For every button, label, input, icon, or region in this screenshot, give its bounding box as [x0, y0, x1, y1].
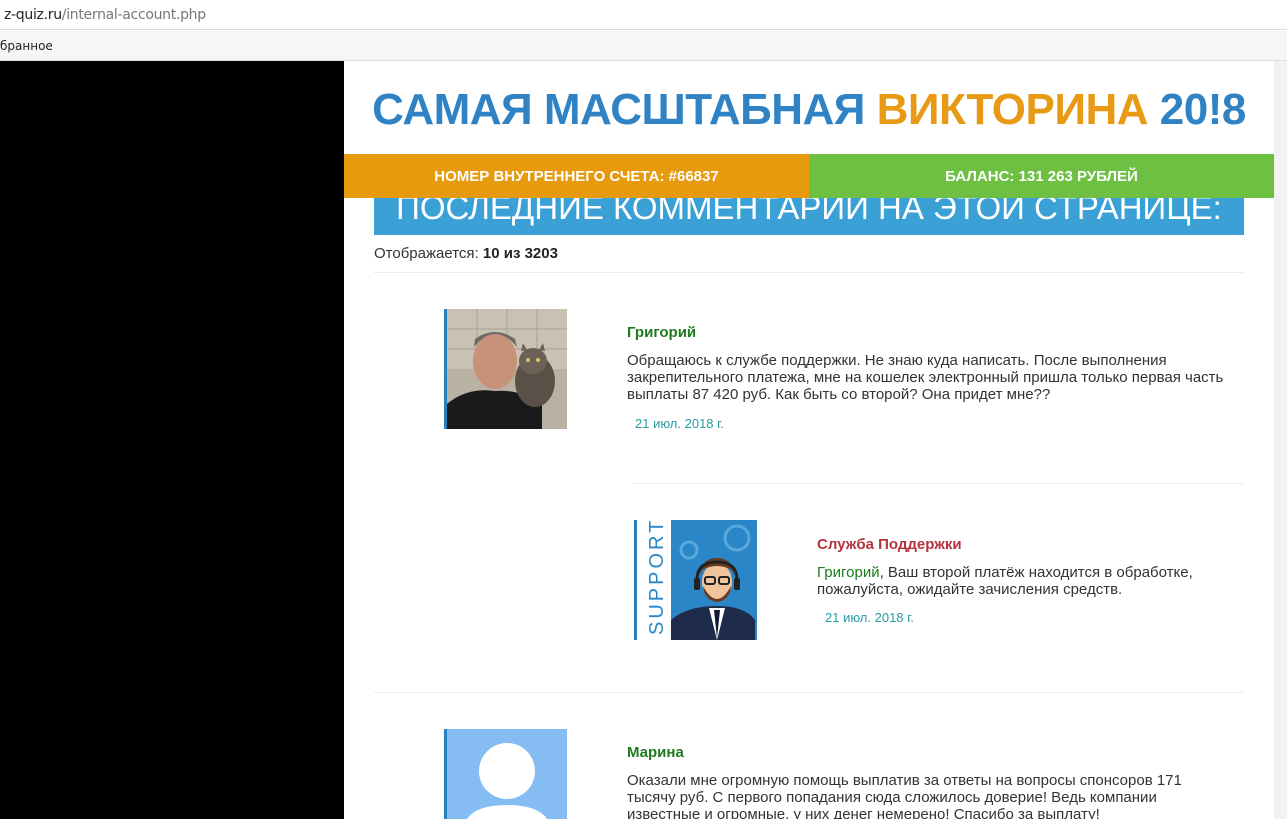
title-part-1: САМАЯ МАСШТАБНАЯ — [372, 85, 877, 134]
bookmarks-bar: бранное — [0, 31, 1287, 61]
comment-author: Служба Поддержки — [817, 536, 962, 553]
comments-count-prefix: Отображается: — [374, 245, 483, 262]
comment-text: Григорий, Ваш второй платёж находится в … — [817, 564, 1247, 598]
page-title: САМАЯ МАСШТАБНАЯ ВИКТОРИНА 20!8 — [344, 85, 1274, 135]
title-part-3: 20!8 — [1148, 85, 1247, 134]
support-avatar-image: SUPPORT — [637, 520, 757, 640]
account-number-label: НОМЕР ВНУТРЕННЕГО СЧЕТА: #66837 — [434, 167, 719, 185]
comment-date: 21 июл. 2018 г. — [825, 610, 914, 625]
mention-link[interactable]: Григорий — [817, 564, 880, 581]
bookmark-item[interactable]: бранное — [0, 39, 53, 53]
avatar-photo — [447, 309, 567, 429]
address-bar[interactable]: z-quiz.ru/internal-account.php — [0, 0, 1287, 30]
avatar-default — [444, 729, 567, 819]
avatar-grigoriy — [444, 309, 567, 429]
divider — [374, 272, 1244, 273]
url-host: z-quiz.ru — [4, 7, 62, 23]
balance-bar: БАЛАНС: 131 263 РУБЛЕЙ — [809, 154, 1274, 198]
comments-banner-text: ПОСЛЕДНИЕ КОММЕНТАРИИ НА ЭТОЙ СТРАНИЦЕ: — [396, 198, 1222, 226]
comments-count-value: 10 из 3203 — [482, 245, 558, 262]
support-caption: SUPPORT — [646, 520, 668, 635]
comments-count: Отображается: 10 из 3203 — [374, 245, 558, 262]
avatar-support: SUPPORT — [634, 520, 757, 640]
comments-banner: ПОСЛЕДНИЕ КОММЕНТАРИИ НА ЭТОЙ СТРАНИЦЕ: — [374, 198, 1244, 235]
balance-label: БАЛАНС: 131 263 РУБЛЕЙ — [945, 167, 1138, 185]
url-text[interactable]: z-quiz.ru/internal-account.php — [4, 7, 206, 23]
comment-author: Марина — [627, 744, 684, 761]
page-background-right — [1274, 61, 1287, 819]
comment-author: Григорий — [627, 324, 697, 341]
comment-text: Оказали мне огромную помощь выплатив за … — [627, 772, 1182, 819]
comment-date: 21 июл. 2018 г. — [635, 416, 724, 431]
divider — [633, 483, 1244, 484]
title-part-2: ВИКТОРИНА — [876, 85, 1149, 134]
comment-text: Обращаюсь к службе поддержки. Не знаю ку… — [627, 352, 1224, 403]
default-user-icon — [447, 729, 567, 819]
account-number-bar: НОМЕР ВНУТРЕННЕГО СЧЕТА: #66837 — [344, 154, 809, 198]
page-content: САМАЯ МАСШТАБНАЯ ВИКТОРИНА 20!8 НОМЕР ВН… — [344, 61, 1274, 819]
page-background-left — [0, 61, 344, 819]
url-path: /internal-account.php — [61, 7, 206, 23]
divider — [374, 692, 1244, 693]
